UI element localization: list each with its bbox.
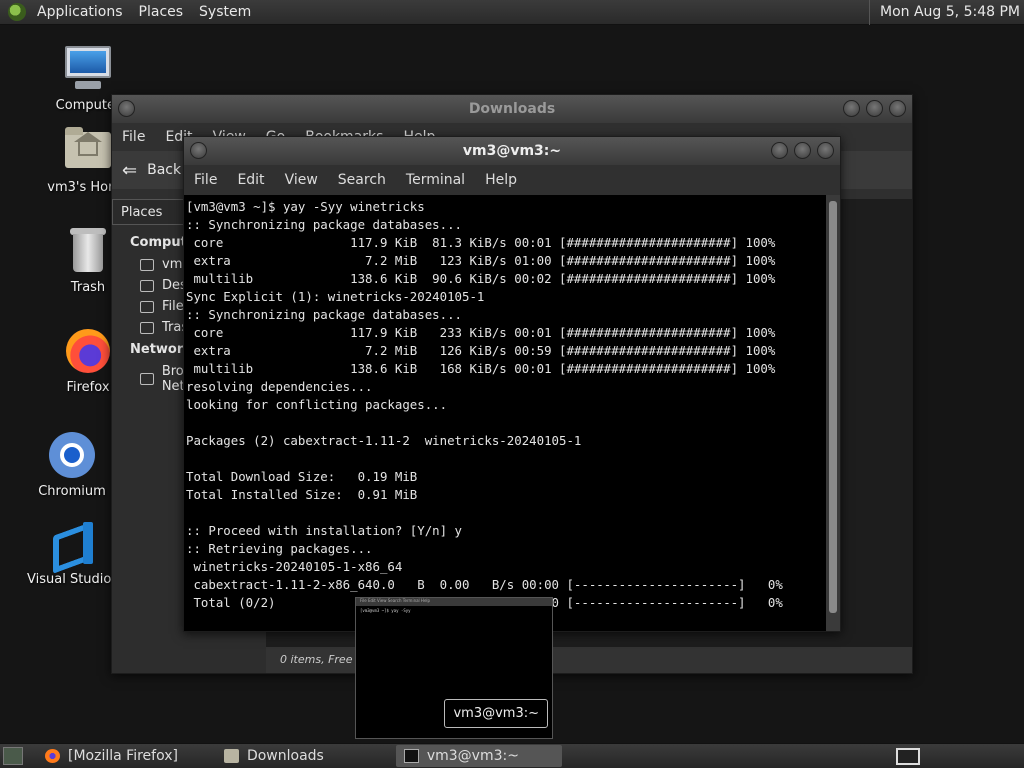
- back-label: Back: [147, 162, 182, 178]
- applications-menu[interactable]: Applications: [29, 4, 131, 20]
- preview-prompt: [vm3@vm3 ~]$ yay -Syy: [360, 608, 411, 613]
- minimize-button[interactable]: [843, 100, 860, 117]
- terminal-line: :: Synchronizing package databases...: [186, 217, 463, 232]
- terminal-line: extra 7.2 MiB 126 KiB/s 00:59 [#########…: [186, 343, 776, 358]
- task-label: vm3@vm3:~: [426, 748, 519, 764]
- main-menu: Applications Places System: [0, 0, 259, 24]
- terminal-line: looking for conflicting packages...: [186, 397, 448, 412]
- maximize-button[interactable]: [794, 142, 811, 159]
- folder-icon: [223, 749, 239, 763]
- desktop-icon-vscode[interactable]: Visual Studio Code: [27, 518, 149, 587]
- vscode-icon: [47, 518, 97, 568]
- network-icon: [140, 373, 154, 385]
- menu-file[interactable]: File: [112, 129, 155, 145]
- terminal-titlebar[interactable]: vm3@vm3:~: [184, 137, 840, 165]
- scrollbar-thumb[interactable]: [829, 201, 837, 613]
- drive-icon: [140, 300, 154, 313]
- desktop-icon-label: Chromium: [38, 484, 106, 499]
- top-panel: Applications Places System Mon Aug 5, 5:…: [0, 0, 1024, 25]
- terminal-line: winetricks-20240105-1-x86_64: [186, 559, 403, 574]
- terminal-line: :: Proceed with installation? [Y/n] y: [186, 523, 463, 538]
- minimize-button[interactable]: [771, 142, 788, 159]
- home-folder-icon: [63, 126, 113, 176]
- menu-search[interactable]: Search: [328, 172, 396, 188]
- terminal-output[interactable]: [vm3@vm3 ~]$ yay -Syy winetricks:: Synch…: [184, 195, 826, 631]
- home-icon: [140, 258, 154, 271]
- terminal-line: :: Retrieving packages...: [186, 541, 373, 556]
- terminal-lines: [vm3@vm3 ~]$ yay -Syy winetricks:: Synch…: [184, 195, 826, 612]
- terminal-line: resolving dependencies...: [186, 379, 373, 394]
- terminal-line: extra 7.2 MiB 123 KiB/s 01:00 [#########…: [186, 253, 776, 268]
- window-menu-button[interactable]: [118, 100, 135, 117]
- close-button[interactable]: [889, 100, 906, 117]
- task-firefox[interactable]: [Mozilla Firefox]: [37, 745, 186, 767]
- terminal-line: Total Download Size: 0.19 MiB: [186, 469, 418, 484]
- computer-icon: [63, 44, 113, 94]
- places-menu[interactable]: Places: [131, 4, 192, 20]
- close-button[interactable]: [817, 142, 834, 159]
- terminal-line: multilib 138.6 KiB 90.6 KiB/s 00:02 [###…: [186, 271, 776, 286]
- places-selector[interactable]: Places: [112, 199, 184, 225]
- window-title: Downloads: [468, 101, 556, 117]
- menu-view[interactable]: View: [275, 172, 328, 188]
- terminal-line: [vm3@vm3 ~]$ yay -Syy winetricks: [186, 199, 425, 214]
- terminal-icon: [403, 749, 419, 763]
- window-title: vm3@vm3:~: [462, 143, 562, 159]
- terminal-window[interactable]: vm3@vm3:~ File Edit View Search Terminal…: [183, 136, 841, 632]
- desktop-icon-chromium[interactable]: Chromium: [27, 430, 117, 499]
- back-arrow-icon: ⇐: [122, 159, 138, 181]
- firefox-icon: [45, 749, 60, 763]
- menu-file[interactable]: File: [184, 172, 227, 188]
- window-preview[interactable]: File Edit View Search Terminal Help [vm3…: [355, 597, 553, 739]
- downloads-titlebar[interactable]: Downloads: [112, 95, 912, 123]
- terminal-line: multilib 138.6 KiB 168 KiB/s 00:01 [####…: [186, 361, 776, 376]
- firefox-icon: [63, 326, 113, 376]
- terminal-menubar: File Edit View Search Terminal Help: [184, 165, 840, 195]
- back-button[interactable]: ⇐ Back: [122, 160, 181, 181]
- gnome-foot-icon[interactable]: [8, 3, 26, 21]
- desktop-icon: [140, 279, 154, 292]
- preview-menubar: File Edit View Search Terminal Help: [356, 598, 552, 606]
- system-menu[interactable]: System: [191, 4, 259, 20]
- window-menu-button[interactable]: [190, 142, 207, 159]
- bottom-panel: [Mozilla Firefox] Downloads vm3@vm3:~: [0, 743, 1024, 768]
- task-terminal[interactable]: vm3@vm3:~: [395, 745, 562, 767]
- menu-edit[interactable]: Edit: [227, 172, 274, 188]
- terminal-line: core 117.9 KiB 233 KiB/s 00:01 [########…: [186, 325, 776, 340]
- desktop-icon-label: Visual Studio Code: [27, 572, 149, 587]
- maximize-button[interactable]: [866, 100, 883, 117]
- menu-terminal[interactable]: Terminal: [396, 172, 475, 188]
- terminal-line: core 117.9 KiB 81.3 KiB/s 00:01 [#######…: [186, 235, 776, 250]
- trash-icon: [140, 321, 154, 334]
- workspace-switcher[interactable]: [896, 748, 920, 765]
- chromium-icon: [47, 430, 97, 480]
- task-downloads[interactable]: Downloads: [216, 745, 332, 767]
- terminal-line: cabextract-1.11-2-x86_640.0 B 0.00 B/s 0…: [186, 577, 783, 592]
- task-label: [Mozilla Firefox]: [68, 748, 178, 764]
- terminal-line: :: Synchronizing package databases...: [186, 307, 463, 322]
- trash-icon: [63, 226, 113, 276]
- terminal-scrollbar[interactable]: [826, 195, 840, 631]
- clock[interactable]: Mon Aug 5, 5:48 PM: [869, 0, 1020, 25]
- task-label: Downloads: [246, 748, 324, 764]
- menu-help[interactable]: Help: [475, 172, 527, 188]
- preview-tooltip: vm3@vm3:~: [444, 699, 548, 728]
- terminal-line: Packages (2) cabextract-1.11-2 winetrick…: [186, 433, 582, 448]
- show-desktop-icon[interactable]: [3, 747, 23, 765]
- terminal-line: Sync Explicit (1): winetricks-20240105-1: [186, 289, 485, 304]
- terminal-line: Total Installed Size: 0.91 MiB: [186, 487, 418, 502]
